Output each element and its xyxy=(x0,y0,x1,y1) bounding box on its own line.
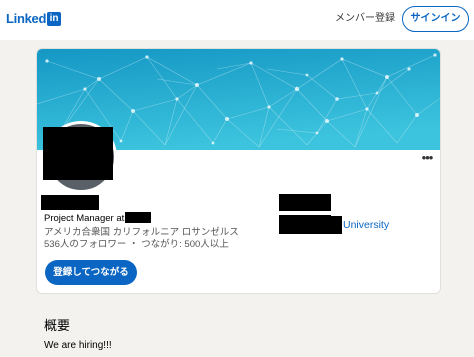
connections-count: つながり: 500人以上 xyxy=(141,239,229,250)
profile-stats: 536人のフォロワー ・ つながり: 500人以上 xyxy=(44,238,229,251)
profile-headline: Project Manager at xyxy=(44,212,152,225)
company-redacted xyxy=(125,212,152,223)
logo-wordmark: Linked xyxy=(6,11,47,26)
top-nav-bar: Linked in メンバー登録 サインイン xyxy=(0,0,474,40)
join-now-link[interactable]: メンバー登録 xyxy=(335,12,395,26)
school-name-text: University xyxy=(343,219,390,231)
logo-in-icon: in xyxy=(47,12,62,26)
profile-card: ••• Project Manager at アメリカ合衆国 カリフォルニア ロ… xyxy=(36,48,441,294)
redaction-block xyxy=(43,127,113,180)
sign-in-button[interactable]: サインイン xyxy=(402,6,469,32)
company-logo-redacted xyxy=(279,194,331,211)
school-name-redacted xyxy=(279,216,342,234)
linkedin-logo[interactable]: Linked in xyxy=(6,11,62,27)
headline-text: Project Manager at xyxy=(44,213,125,224)
stats-separator: ・ xyxy=(129,239,139,250)
join-to-connect-button[interactable]: 登録してつながる xyxy=(45,260,137,285)
education-link[interactable]: University xyxy=(279,216,389,234)
followers-count: 536人のフォロワー xyxy=(44,239,127,250)
about-section-text: We are hiring!!! xyxy=(44,340,112,351)
about-section-title: 概要 xyxy=(44,318,71,333)
profile-name-redacted xyxy=(41,195,99,210)
more-options-icon[interactable]: ••• xyxy=(419,151,435,165)
